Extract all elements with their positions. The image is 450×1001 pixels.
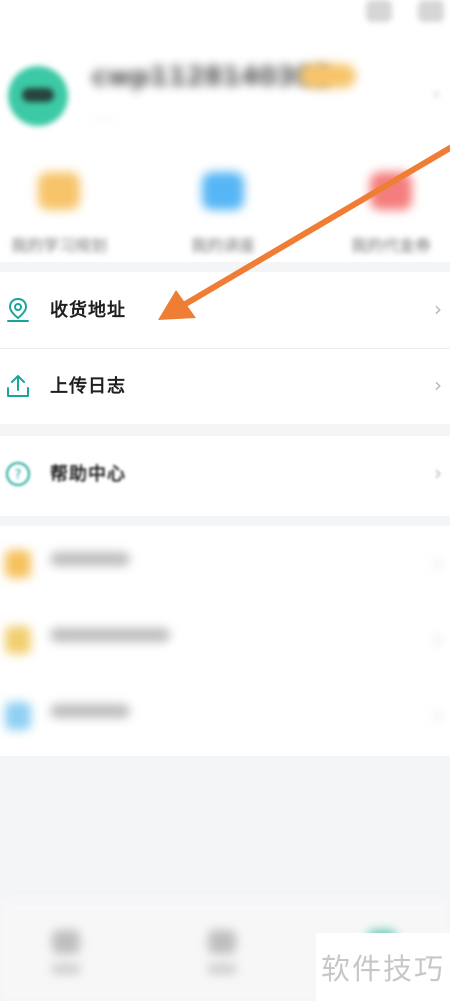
watermark-text: 软件技巧 — [320, 952, 445, 986]
chevron-right-icon: › — [434, 297, 442, 321]
menu-item-label: 帮助中心 — [50, 464, 126, 485]
quick-action-label: 我的代金券 — [350, 236, 431, 255]
nav-item-home[interactable] — [36, 930, 96, 974]
chevron-right-icon: › — [434, 373, 442, 397]
help-icon: ? — [6, 462, 30, 486]
nav-item-courses[interactable] — [192, 930, 252, 974]
menu-item-label-placeholder — [50, 626, 170, 647]
chevron-right-icon: › — [434, 551, 442, 575]
menu-item-blurred-3[interactable]: › — [0, 678, 450, 754]
menu-section-primary: 收货地址 › 上传日志 › — [0, 272, 450, 424]
lecture-icon — [202, 172, 244, 210]
quick-action-label: 我的学习规划 — [10, 236, 107, 255]
menu-section-more: › › › — [0, 526, 450, 756]
coupon-icon — [370, 172, 412, 210]
chevron-right-icon: › — [434, 461, 442, 485]
nav-label-placeholder — [207, 964, 237, 974]
quick-action-coupon[interactable]: 我的代金券 — [316, 166, 450, 256]
menu-item-upload-log[interactable]: 上传日志 › — [0, 348, 450, 424]
username: cwp1128140303 — [92, 62, 331, 92]
profile-chevron-icon: › — [432, 84, 440, 105]
chevron-right-icon: › — [434, 627, 442, 651]
settings-icon[interactable] — [418, 0, 444, 22]
menu-item-label-placeholder — [50, 550, 130, 571]
profile-header: cwp1128140303 · · · › 我的学习规划 我的讲座 我的代金券 — [0, 0, 450, 262]
menu-item-help-center[interactable]: ? 帮助中心 › — [0, 436, 450, 512]
chevron-right-icon: › — [434, 703, 442, 727]
avatar[interactable] — [8, 66, 68, 126]
star-icon — [5, 550, 31, 578]
upload-icon — [7, 375, 29, 397]
menu-item-label: 收货地址 — [50, 300, 126, 321]
study-plan-icon — [38, 172, 80, 210]
menu-item-blurred-1[interactable]: › — [0, 526, 450, 602]
location-pin-icon — [7, 297, 29, 322]
nav-label-placeholder — [51, 964, 81, 974]
top-action-icons — [366, 0, 450, 22]
watermark: 软件技巧 — [316, 933, 450, 1001]
message-icon[interactable] — [366, 0, 392, 22]
pencil-icon — [5, 626, 31, 654]
svg-text:?: ? — [15, 468, 22, 483]
quick-actions: 我的学习规划 我的讲座 我的代金券 — [0, 166, 450, 262]
quick-action-label: 我的讲座 — [190, 236, 255, 255]
book-icon — [208, 930, 236, 954]
user-subtitle: · · · — [92, 112, 115, 128]
quick-action-lecture[interactable]: 我的讲座 — [148, 166, 298, 256]
menu-item-shipping-address[interactable]: 收货地址 › — [0, 272, 450, 348]
quick-action-study-plan[interactable]: 我的学习规划 — [0, 166, 134, 256]
menu-item-blurred-2[interactable]: › — [0, 602, 450, 678]
menu-item-label-placeholder — [50, 702, 130, 723]
vip-badge — [300, 64, 356, 88]
settings-icon — [5, 702, 31, 730]
home-icon — [52, 930, 80, 954]
menu-section-help: ? 帮助中心 › — [0, 436, 450, 516]
menu-item-label: 上传日志 — [50, 376, 126, 397]
